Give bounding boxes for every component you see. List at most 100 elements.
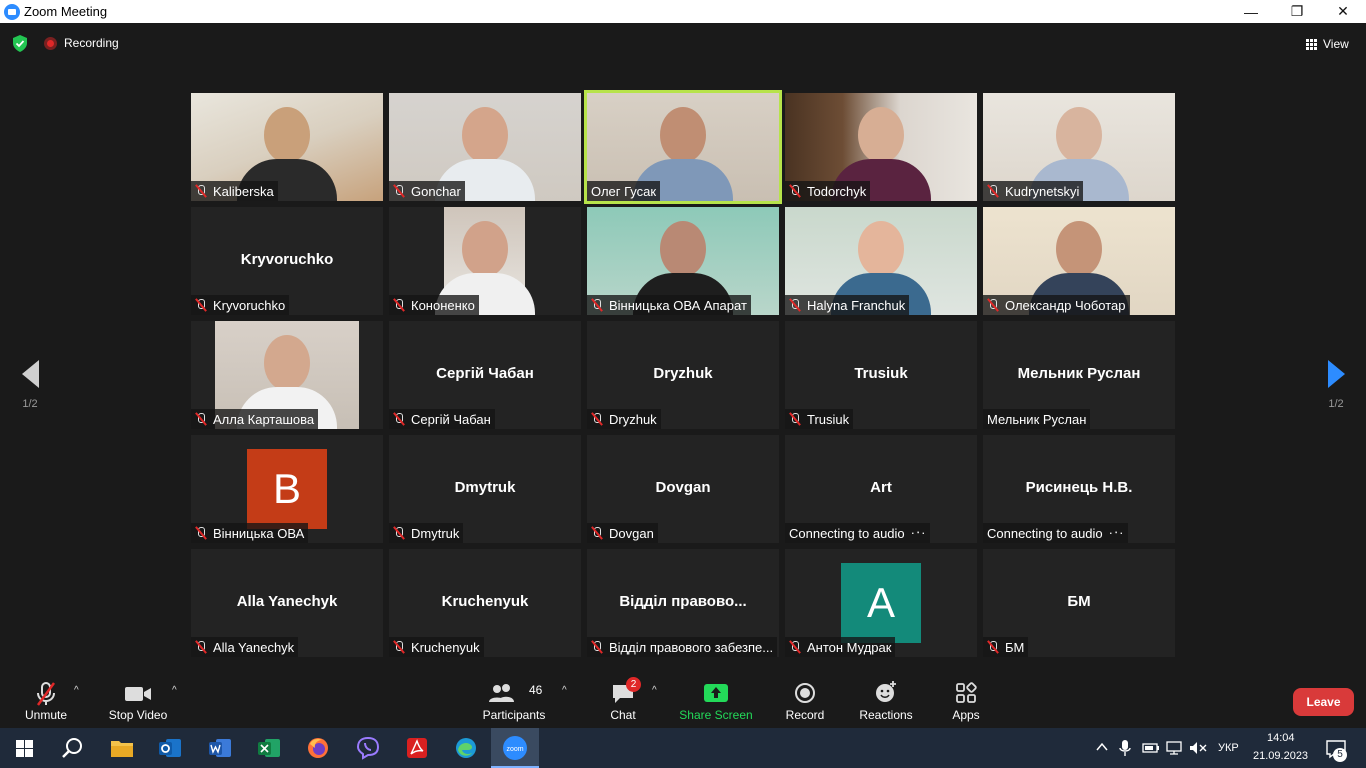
participant-tile[interactable]: Kaliberska xyxy=(191,93,383,201)
participant-name-bar: БМ xyxy=(983,637,1029,657)
participant-tile[interactable]: Todorchyk xyxy=(785,93,977,201)
stop-video-button[interactable]: Stop Video xyxy=(104,673,172,728)
arrow-left-icon xyxy=(21,360,39,388)
microphone-muted-icon xyxy=(591,412,602,426)
participant-tile[interactable]: Kudrynetskyi xyxy=(983,93,1175,201)
participant-tile[interactable]: Gonchar xyxy=(389,93,581,201)
viber-taskbar-button[interactable] xyxy=(344,728,392,768)
participant-avatar: B xyxy=(247,449,327,529)
participant-tile[interactable]: Halyna Franchuk xyxy=(785,207,977,315)
network-icon[interactable] xyxy=(1166,740,1184,756)
restore-button[interactable]: ❐ xyxy=(1274,0,1320,23)
microphone-muted-icon xyxy=(987,184,998,198)
participant-name: Trusiuk xyxy=(807,411,850,427)
participant-tile[interactable]: Рисинець Н.В. Connecting to audio ·⋅· xyxy=(983,435,1175,543)
participant-tile[interactable]: Kruchenyuk Kruchenyuk xyxy=(389,549,581,657)
participant-name-bar: Todorchyk xyxy=(785,181,871,201)
reactions-button[interactable]: Reactions xyxy=(857,673,915,728)
participant-name-bar: Кононенко xyxy=(389,295,479,315)
participant-name: Kaliberska xyxy=(213,183,274,199)
apps-label: Apps xyxy=(952,708,980,722)
participant-tile[interactable]: БМ БМ xyxy=(983,549,1175,657)
zoom-taskbar-button[interactable]: zoom xyxy=(491,728,539,768)
firefox-taskbar-button[interactable] xyxy=(294,728,342,768)
participants-button[interactable]: 46 Participants xyxy=(478,673,550,728)
microphone-muted-icon xyxy=(195,184,206,198)
word-taskbar-button[interactable] xyxy=(196,728,244,768)
participant-tile[interactable]: Art Connecting to audio ·⋅· xyxy=(785,435,977,543)
participant-display-name: Alla Yanechyk xyxy=(236,593,338,610)
speaker-muted-icon[interactable] xyxy=(1189,741,1207,755)
participant-tile[interactable]: Вінницька ОВА Апарат xyxy=(587,207,779,315)
microphone-muted-icon xyxy=(591,298,602,312)
unmute-button[interactable]: Unmute xyxy=(16,673,76,728)
pdf-reader-icon xyxy=(407,738,427,758)
video-options-caret-icon[interactable]: ^ xyxy=(172,685,182,696)
microphone-muted-icon xyxy=(987,640,998,654)
participant-tile[interactable]: Dryzhuk Dryzhuk xyxy=(587,321,779,429)
participant-name: Вінницька ОВА xyxy=(213,525,305,541)
participant-tile[interactable]: Сергій Чабан Сергій Чабан xyxy=(389,321,581,429)
participant-tile[interactable]: Kryvoruchko Kryvoruchko xyxy=(191,207,383,315)
participant-tile[interactable]: Олег Гусак xyxy=(584,90,782,204)
outlook-taskbar-button[interactable] xyxy=(146,728,194,768)
edge-taskbar-button[interactable] xyxy=(442,728,490,768)
recording-indicator[interactable]: Recording xyxy=(44,36,119,50)
participant-name-bar: Олександр Чоботар xyxy=(983,295,1130,315)
leave-button[interactable]: Leave xyxy=(1293,688,1354,716)
minimize-button[interactable]: — xyxy=(1228,0,1274,23)
participant-name: Kruchenyuk xyxy=(411,639,480,655)
chevron-up-icon[interactable] xyxy=(1096,742,1108,752)
participant-tile[interactable]: Алла Карташова xyxy=(191,321,383,429)
firefox-icon xyxy=(308,738,328,758)
apps-button[interactable]: Apps xyxy=(946,673,986,728)
close-button[interactable]: ✕ xyxy=(1320,0,1366,23)
share-screen-arrow-icon xyxy=(704,684,728,702)
battery-icon[interactable] xyxy=(1142,741,1160,755)
participant-tile[interactable]: Trusiuk Trusiuk xyxy=(785,321,977,429)
record-label: Record xyxy=(785,708,825,722)
record-button[interactable]: Record xyxy=(781,673,829,728)
participant-tile[interactable]: Dmytruk Dmytruk xyxy=(389,435,581,543)
participant-display-name: Відділ правово... xyxy=(619,593,747,610)
participant-display-name: Рисинець Н.В. xyxy=(1025,479,1133,496)
participant-tile[interactable]: Кононенко xyxy=(389,207,581,315)
recording-label: Recording xyxy=(64,36,119,50)
participants-icon xyxy=(489,684,514,702)
share-screen-button[interactable]: Share Screen xyxy=(678,673,754,728)
file-explorer-taskbar-button[interactable] xyxy=(98,728,146,768)
microphone-tray-icon[interactable] xyxy=(1119,739,1131,757)
participant-tile[interactable]: Олександр Чоботар xyxy=(983,207,1175,315)
encryption-shield-icon[interactable] xyxy=(12,35,28,52)
chat-options-caret-icon[interactable]: ^ xyxy=(652,685,662,696)
participant-name: Кононенко xyxy=(411,297,475,313)
participant-display-name: Dovgan xyxy=(655,479,711,496)
video-camera-icon xyxy=(125,687,151,701)
participants-options-caret-icon[interactable]: ^ xyxy=(562,685,572,696)
input-language[interactable]: УКР xyxy=(1218,742,1239,754)
next-page-button[interactable]: 1/2 xyxy=(1321,360,1351,410)
participant-tile[interactable]: A Антон Мудрак xyxy=(785,549,977,657)
participant-name-bar: Connecting to audio ·⋅· xyxy=(983,523,1129,543)
start-button[interactable] xyxy=(0,728,48,768)
audio-options-caret-icon[interactable]: ^ xyxy=(74,685,84,696)
participant-display-name: Сергій Чабан xyxy=(436,365,534,382)
excel-taskbar-button[interactable] xyxy=(245,728,293,768)
grid-view-icon xyxy=(1306,38,1317,50)
clock-time[interactable]: 14:04 xyxy=(1267,732,1295,744)
participant-tile[interactable]: Alla Yanechyk Alla Yanechyk xyxy=(191,549,383,657)
microphone-muted-icon xyxy=(393,640,404,654)
recording-dot-icon xyxy=(44,36,57,50)
participant-tile[interactable]: B Вінницька ОВА xyxy=(191,435,383,543)
view-button[interactable]: View xyxy=(1306,33,1356,55)
participant-tile[interactable]: Відділ правово... Відділ правового забезп… xyxy=(587,549,779,657)
participant-name: БМ xyxy=(1005,639,1025,655)
clock-date[interactable]: 21.09.2023 xyxy=(1253,750,1308,762)
acrobat-taskbar-button[interactable] xyxy=(393,728,441,768)
previous-page-button[interactable]: 1/2 xyxy=(15,360,45,410)
participant-tile[interactable]: Мельник Руслан Мельник Руслан xyxy=(983,321,1175,429)
participant-tile[interactable]: Dovgan Dovgan xyxy=(587,435,779,543)
participant-name-bar: Алла Карташова xyxy=(191,409,319,429)
search-taskbar-button[interactable] xyxy=(48,728,96,768)
participant-name-bar: Connecting to audio ·⋅· xyxy=(785,523,931,543)
